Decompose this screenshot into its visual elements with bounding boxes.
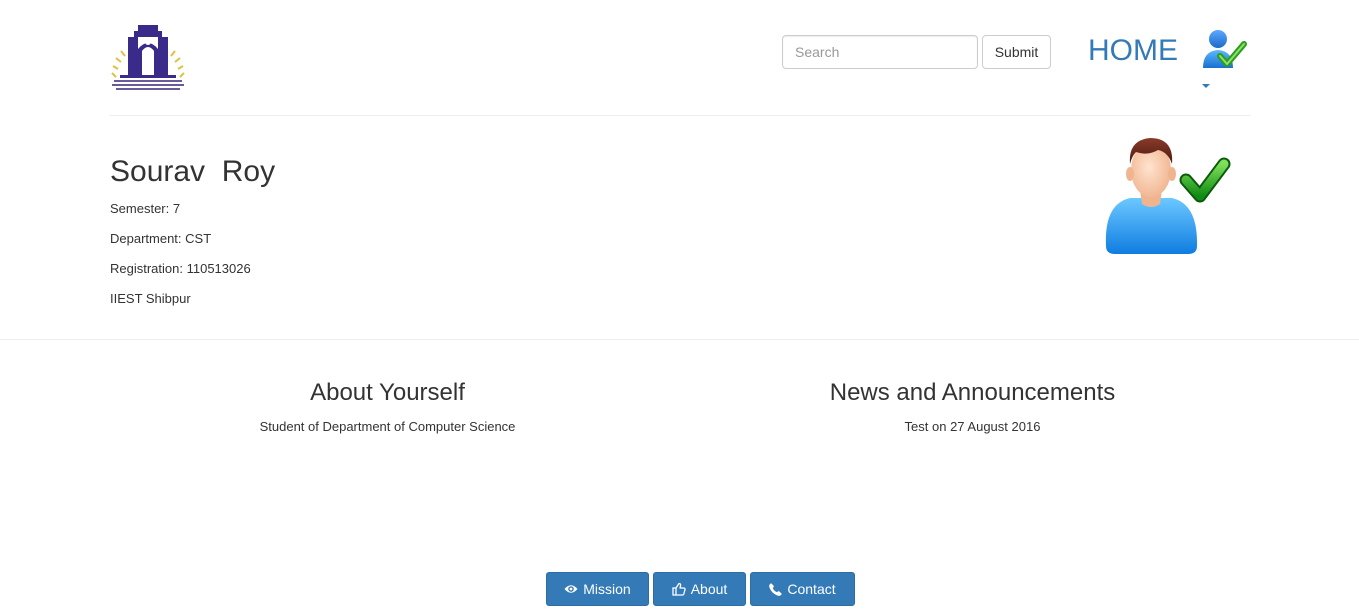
search-form: Submit: [782, 35, 1051, 69]
user-verified-avatar: [1100, 134, 1235, 259]
department-value: CST: [185, 231, 212, 246]
section-divider: [0, 339, 1359, 340]
registration-label: Registration:: [110, 261, 187, 276]
department-label: Department:: [110, 231, 186, 246]
about-section: About Yourself Student of Department of …: [110, 377, 665, 436]
registration-value: 110513026: [186, 261, 251, 276]
about-button[interactable]: About: [653, 572, 746, 606]
semester-value: 7: [172, 201, 181, 216]
semester-line: Semester: 7: [110, 200, 180, 218]
eye-icon: [564, 585, 578, 593]
phone-icon: [769, 582, 783, 596]
about-title: About Yourself: [310, 379, 465, 406]
search-input[interactable]: [782, 35, 978, 69]
contact-button[interactable]: Contact: [750, 572, 855, 606]
footer-nav: Mission About Contact: [546, 572, 855, 606]
mission-label: Mission: [583, 581, 631, 597]
home-link[interactable]: HOME: [1088, 33, 1178, 69]
mission-button[interactable]: Mission: [546, 572, 649, 606]
thumbs-up-icon: [672, 582, 686, 596]
registration-line: Registration: 110513026: [110, 260, 251, 278]
news-text: Test on 27 August 2016: [904, 419, 1041, 434]
user-check-icon: [1203, 30, 1247, 68]
user-menu-dropdown[interactable]: [1200, 26, 1250, 92]
about-text: Student of Department of Computer Scienc…: [259, 419, 516, 434]
contact-label: Contact: [787, 581, 836, 597]
institute-name: IIEST Shibpur: [110, 291, 191, 306]
department-line: Department: CST: [110, 230, 211, 248]
chevron-down-icon: [1202, 84, 1210, 88]
header-divider: [110, 115, 1250, 116]
submit-button[interactable]: Submit: [982, 35, 1051, 69]
news-section: News and Announcements Test on 27 August…: [695, 377, 1250, 436]
semester-label: Semester:: [110, 201, 173, 216]
institute-logo: [110, 23, 186, 91]
student-name: Sourav Roy: [110, 155, 276, 188]
news-title: News and Announcements: [829, 379, 1116, 406]
about-label: About: [690, 581, 728, 597]
